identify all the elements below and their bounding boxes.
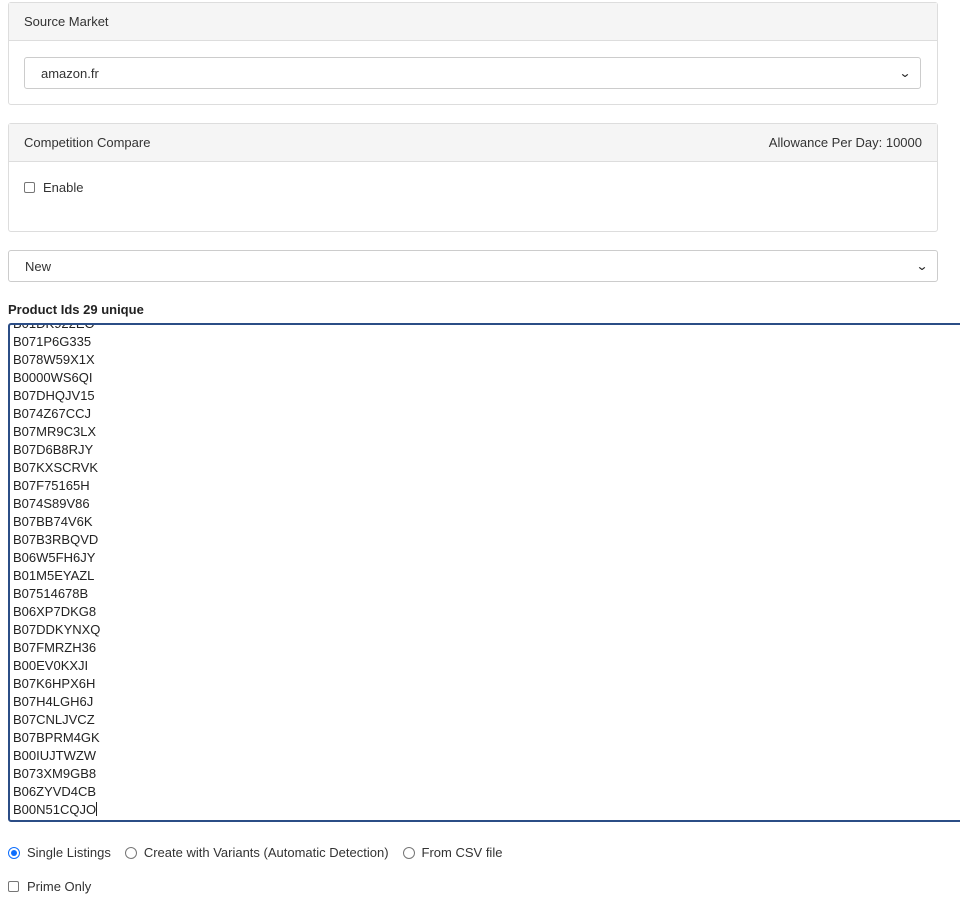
radio-label: Single Listings (27, 845, 111, 860)
source-market-heading: Source Market (9, 3, 937, 41)
chevron-down-icon: ⌄ (898, 66, 912, 80)
radio-label: Create with Variants (Automatic Detectio… (143, 845, 389, 860)
product-id-line: B00EV0KXJI (13, 658, 89, 673)
competition-compare-panel: Competition Compare Allowance Per Day: 1… (8, 123, 938, 232)
product-id-line: B07CNLJVCZ (13, 712, 95, 727)
product-id-line: B07D6B8RJY (13, 442, 94, 457)
radio-create-variants[interactable]: Create with Variants (Automatic Detectio… (124, 845, 389, 860)
product-id-line: B07KXSCRVK (13, 460, 99, 475)
source-market-value: amazon.fr (41, 65, 99, 81)
condition-select[interactable]: New ⌄ (8, 250, 938, 282)
condition-value: New (25, 258, 52, 274)
enable-label[interactable]: Enable (43, 180, 83, 195)
product-id-line: B06ZYVD4CB (13, 784, 97, 799)
enable-checkbox[interactable] (24, 182, 35, 193)
prime-only-label[interactable]: Prime Only (27, 879, 91, 894)
product-id-line: B074Z67CCJ (13, 406, 92, 421)
competition-compare-heading: Competition Compare Allowance Per Day: 1… (9, 124, 937, 162)
product-id-line: B073XM9GB8 (13, 766, 97, 781)
allowance-text: Allowance Per Day: 10000 (768, 135, 922, 150)
radio-label: From CSV file (421, 845, 503, 860)
product-id-line: B078W59X1X (13, 352, 95, 367)
product-ids-textarea[interactable]: B01DK922EO B071P6G335 B078W59X1X B0000WS6QI… (8, 323, 960, 822)
product-id-line: B071P6G335 (13, 334, 92, 349)
radio-button[interactable] (402, 846, 415, 859)
chevron-down-icon: ⌄ (915, 259, 929, 273)
product-id-line: B07B3RBQVD (13, 532, 99, 547)
product-id-line: B07514678B (13, 586, 89, 601)
radio-button[interactable] (124, 846, 137, 859)
product-id-line: B07DDKYNXQ (13, 622, 101, 637)
product-id-line: B07K6HPX6H (13, 676, 96, 691)
product-id-line: B0000WS6QI (13, 370, 93, 385)
product-id-line: B01DK922EO (13, 323, 95, 331)
product-id-line: B06XP7DKG8 (13, 604, 97, 619)
source-market-select[interactable]: amazon.fr ⌄ (24, 57, 921, 89)
product-id-line: B07MR9C3LX (13, 424, 97, 439)
source-market-title: Source Market (24, 14, 109, 29)
product-id-line: B06W5FH6JY (13, 550, 96, 565)
radio-from-csv[interactable]: From CSV file (402, 845, 503, 860)
product-id-line: B07FMRZH36 (13, 640, 97, 655)
radio-single-listings[interactable]: Single Listings (8, 845, 111, 860)
radio-button[interactable] (8, 846, 20, 859)
prime-only-row: Prime Only (8, 879, 91, 894)
enable-row: Enable (24, 180, 83, 195)
product-id-line: B07BPRM4GK (13, 730, 100, 745)
product-id-line: B07F75165H (13, 478, 90, 493)
product-id-line: B00N51CQJO (13, 802, 98, 817)
competition-compare-title: Competition Compare (24, 135, 151, 150)
product-id-line: B074S89V86 (13, 496, 90, 511)
source-market-panel: Source Market amazon.fr ⌄ (8, 2, 938, 105)
product-id-line: B07H4LGH6J (13, 694, 94, 709)
prime-only-checkbox[interactable] (8, 881, 19, 892)
listing-mode-group: Single Listings Create with Variants (Au… (8, 845, 516, 860)
product-id-line: B07DHQJV15 (13, 388, 95, 403)
product-ids-label: Product Ids 29 unique (8, 302, 144, 317)
product-id-line: B00IUJTWZW (13, 748, 97, 763)
product-id-line: B01M5EYAZL (13, 568, 95, 583)
text-cursor (96, 802, 98, 816)
product-id-list: B01DK922EO B071P6G335 B078W59X1X B0000WS6QI… (13, 323, 101, 819)
product-id-line: B07BB74V6K (13, 514, 93, 529)
